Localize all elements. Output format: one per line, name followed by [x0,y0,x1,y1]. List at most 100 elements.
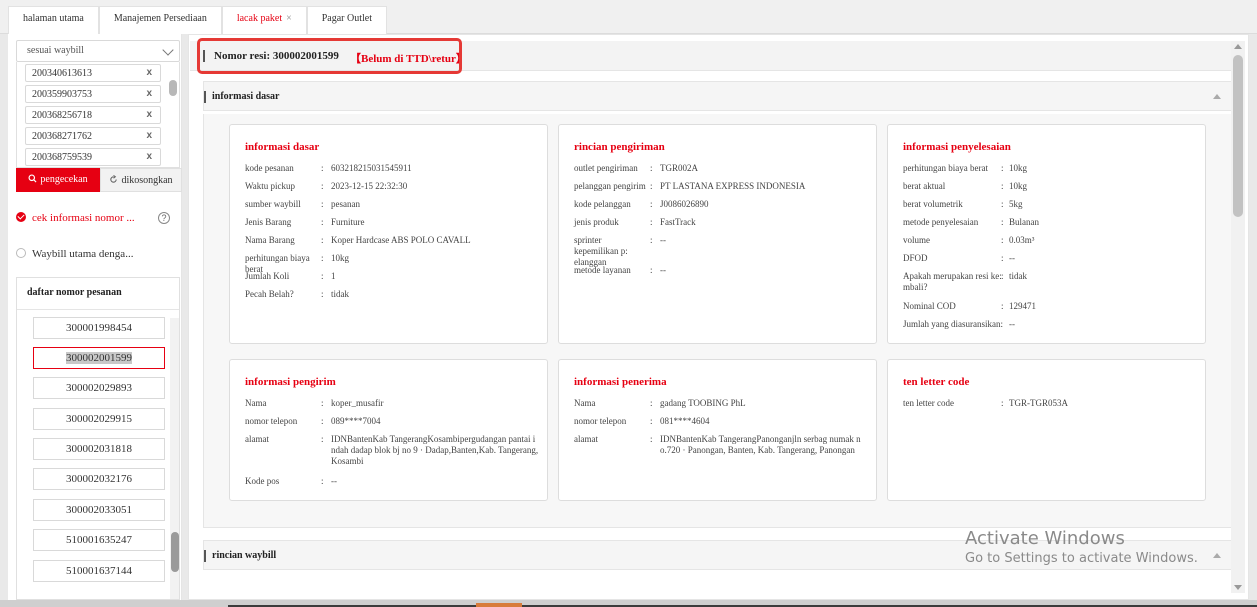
activate-title: Activate Windows [965,528,1125,549]
remove-icon[interactable]: x [146,130,152,141]
waybill-number: 200368256718 [32,110,92,121]
colon: : [321,434,324,444]
colon: : [650,265,653,275]
field-value: -- [1009,253,1015,263]
colon: : [1001,253,1004,263]
option-main-waybill[interactable]: Waybill utama denga... [16,248,133,260]
field-label: jenis produk [574,217,619,227]
field-value: koper_musafir [331,398,384,408]
remove-icon[interactable]: x [146,109,152,120]
field-value: gadang TOOBING PhL [660,398,746,408]
main-scrollbar[interactable] [1231,41,1245,593]
field-label: alamat [574,434,598,444]
colon: : [321,235,324,245]
card-ten-letter-code: ten letter code ten letter code: TGR-TGR0… [887,359,1206,501]
colon: : [321,253,324,263]
colon: : [650,217,653,227]
colon: : [650,199,653,209]
field-label: Jumlah yang diasuransikan: [903,319,1003,329]
field-value: 2023-12-15 22:32:30 [331,181,408,191]
field-label: Jumlah Koli [245,271,290,281]
order-item-selected[interactable]: 300002001599 [33,347,165,369]
order-item[interactable]: 510001637144 [33,560,165,582]
field-label: Nominal COD [903,301,956,311]
waybill-tag: 200340613613 x [25,64,161,82]
order-item[interactable]: 300002032176 [33,468,165,490]
waybill-scrollbar[interactable] [169,80,177,96]
collapse-arrow-icon[interactable] [1213,94,1221,99]
tab-label: Pagar Outlet [321,13,372,24]
card-title: informasi penerima [574,376,667,388]
field-value: 10kg [1009,163,1027,173]
taskbar-active-app[interactable] [476,603,522,607]
order-item[interactable]: 300002033051 [33,499,165,521]
card-title: informasi penyelesaian [903,141,1011,153]
scroll-up-icon[interactable] [1234,44,1242,49]
scrollbar-thumb[interactable] [1233,55,1243,217]
section-header-basic-info[interactable]: informasi dasar [203,81,1232,111]
card-title: informasi pengirim [245,376,336,388]
field-value: 10kg [331,253,349,263]
colon: : [321,199,324,209]
field-label: Jenis Barang [245,217,292,227]
option-check-order-info[interactable]: cek informasi nomor ... [16,212,135,224]
waybill-input-list[interactable]: 200340613613 x 200359903753 x 200368256718… [16,62,180,168]
check-circle-icon [16,212,26,222]
activate-subtitle: Go to Settings to activate Windows. [965,551,1198,566]
colon: : [1001,217,1004,227]
order-item[interactable]: 510001635247 [33,529,165,551]
waybill-number: 200359903753 [32,89,92,100]
remove-icon[interactable]: x [146,88,152,99]
field-label: Kode pos [245,476,280,486]
field-value: FastTrack [660,217,696,227]
field-label: metode layanan [574,265,631,275]
order-item[interactable]: 300002029915 [33,408,165,430]
tab-label: Manajemen Persediaan [113,13,207,24]
field-value: PT LASTANA EXPRESS INDONESIA [660,181,806,191]
help-icon[interactable]: ? [158,212,170,224]
remove-icon[interactable]: x [146,67,152,78]
field-label: berat aktual [903,181,946,191]
order-list-scrollbar[interactable] [171,532,179,572]
clear-button[interactable]: dikosongkan [100,168,182,192]
section-title: informasi dasar [212,91,280,102]
colon: : [321,476,324,486]
tab-halaman-utama[interactable]: halaman utama [8,6,99,34]
colon: : [1001,199,1004,209]
search-button[interactable]: pengecekan [16,168,100,192]
field-value: Furniture [331,217,365,227]
search-type-select[interactable]: sesuai waybill [16,40,180,62]
scroll-down-icon[interactable] [1234,585,1242,590]
field-label: Nama Barang [245,235,295,245]
field-label: nomor telepon [574,416,627,426]
colon: : [1001,398,1004,408]
select-value: sesuai waybill [27,45,84,56]
colon: : [1001,271,1004,281]
tab-lacak-paket[interactable]: lacak paket × [221,6,307,34]
card-receiver-info: informasi penerima Nama: gadang TOOBING P… [558,359,877,501]
collapse-arrow-icon[interactable] [1213,553,1221,558]
option-label: Waybill utama denga... [32,248,134,260]
tab-manajemen-persediaan[interactable]: Manajemen Persediaan [98,6,222,34]
tab-label: lacak paket [236,13,283,24]
close-icon[interactable]: × [286,13,292,24]
remove-icon[interactable]: x [146,151,152,162]
colon: : [321,271,324,281]
colon: : [650,434,653,444]
card-settlement-info: informasi penyelesaian perhitungan biaya… [887,124,1206,344]
field-value: J0086026890 [660,199,709,209]
card-title: informasi dasar [245,141,320,153]
order-item[interactable]: 300001998454 [33,317,165,339]
order-item[interactable]: 300002029893 [33,377,165,399]
chevron-down-icon [162,44,174,56]
field-label: sumber waybill [245,199,301,209]
order-item[interactable]: 300002031818 [33,438,165,460]
tab-label: halaman utama [23,13,84,24]
field-label: metode penyelesaian [903,217,979,227]
colon: : [650,181,653,191]
card-basic-info: informasi dasar kode pesanan:60321821503… [229,124,548,344]
card-shipping-details: rincian pengiriman outlet pengiriman: TGR… [558,124,877,344]
tab-pagar-outlet[interactable]: Pagar Outlet [306,6,387,34]
field-value: pesanan [331,199,360,209]
basic-info-body: informasi dasar kode pesanan:60321821503… [203,114,1232,528]
